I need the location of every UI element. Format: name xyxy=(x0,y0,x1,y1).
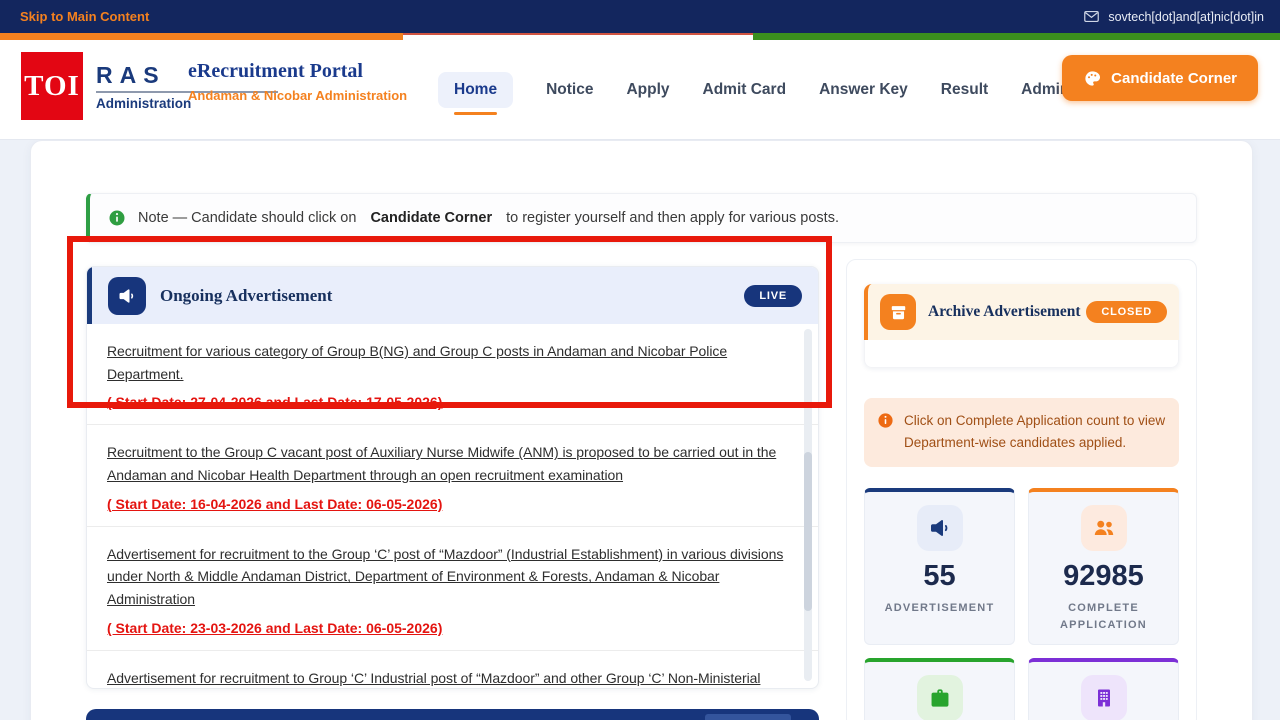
stripe-green-segment xyxy=(753,33,1280,40)
candidate-corner-label: Candidate Corner xyxy=(1111,70,1237,87)
top-utility-bar: Skip to Main Content sovtech[dot]and[at]… xyxy=(0,0,1280,33)
candidate-corner-button[interactable]: Candidate Corner xyxy=(1062,55,1258,101)
main-navigation: Home Notice Apply Admit Card Answer Key … xyxy=(438,40,1125,140)
info-icon xyxy=(108,209,126,227)
advertisement-dates: ( Start Date: 16-04-2026 and Last Date: … xyxy=(107,496,788,512)
stat-card-complete-application[interactable]: 92985 COMPLETE APPLICATION xyxy=(1028,488,1179,645)
nav-item-home[interactable]: Home xyxy=(438,72,513,108)
site-header: TOI RAS Administration eRecruitment Port… xyxy=(0,40,1280,140)
archive-advertisement-body xyxy=(864,340,1179,368)
archive-advertisement-title: Archive Advertisement xyxy=(928,303,1081,321)
megaphone-icon xyxy=(917,505,963,551)
closed-badge: CLOSED xyxy=(1086,301,1167,323)
nav-item-notice[interactable]: Notice xyxy=(546,81,593,99)
stat-card-green[interactable]: 106 xyxy=(864,658,1015,720)
next-section-badge xyxy=(705,714,791,720)
note-banner: Note — Candidate should click on Candida… xyxy=(86,193,1197,243)
stat-label: ADVERTISEMENT xyxy=(865,600,1014,618)
portal-title-block: eRecruitment Portal Andaman & Nicobar Ad… xyxy=(188,60,407,103)
advertisement-link[interactable]: Advertisement for recruitment to Group ‘… xyxy=(107,667,788,689)
info-icon xyxy=(877,412,894,455)
tricolor-stripe xyxy=(0,33,1280,40)
nav-item-admit-card[interactable]: Admit Card xyxy=(703,81,787,99)
ongoing-advertisement-title: Ongoing Advertisement xyxy=(160,286,332,306)
stripe-orange-segment xyxy=(0,33,403,40)
stat-label: COMPLETE APPLICATION xyxy=(1029,600,1178,635)
advertisement-link[interactable]: Recruitment for various category of Grou… xyxy=(107,340,788,385)
list-item: Advertisement for recruitment to Group ‘… xyxy=(87,651,818,689)
contact-email[interactable]: sovtech[dot]and[at]nic[dot]in xyxy=(1083,8,1264,25)
next-section-header-cutoff xyxy=(86,709,819,720)
briefcase-icon xyxy=(917,675,963,720)
megaphone-icon xyxy=(108,277,146,315)
note-text-prefix: Note — Candidate should click on xyxy=(138,210,356,226)
stat-card-advertisement[interactable]: 55 ADVERTISEMENT xyxy=(864,488,1015,645)
advertisement-dates: ( Start Date: 27-04-2026 and Last Date: … xyxy=(107,394,788,410)
live-badge: LIVE xyxy=(744,285,802,307)
complete-application-hint: Click on Complete Application count to v… xyxy=(864,398,1179,467)
archive-advertisement-card: Archive Advertisement CLOSED xyxy=(864,284,1179,368)
ongoing-advertisement-card: Ongoing Advertisement LIVE Recruitment f… xyxy=(86,266,819,689)
ongoing-advertisement-list: Recruitment for various category of Grou… xyxy=(87,324,818,689)
note-text-highlight: Candidate Corner xyxy=(370,210,492,226)
advertisement-link[interactable]: Recruitment to the Group C vacant post o… xyxy=(107,441,788,486)
toi-watermark: TOI xyxy=(21,52,83,120)
advertisement-dates: ( Start Date: 23-03-2026 and Last Date: … xyxy=(107,620,788,636)
main-content-panel: Note — Candidate should click on Candida… xyxy=(30,140,1253,720)
building-icon xyxy=(1081,675,1127,720)
page-title: eRecruitment Portal xyxy=(188,60,407,83)
advertisement-link[interactable]: Advertisement for recruitment to the Gro… xyxy=(107,543,788,611)
palette-icon xyxy=(1083,69,1102,88)
ongoing-advertisement-header: Ongoing Advertisement LIVE xyxy=(87,267,818,324)
stat-card-purple[interactable]: 31 xyxy=(1028,658,1179,720)
nav-item-result[interactable]: Result xyxy=(941,81,988,99)
page-subtitle: Andaman & Nicobar Administration xyxy=(188,88,407,103)
contact-email-text: sovtech[dot]and[at]nic[dot]in xyxy=(1108,10,1264,24)
envelope-icon xyxy=(1083,8,1100,25)
stripe-white-segment xyxy=(403,33,752,40)
list-item: Advertisement for recruitment to the Gro… xyxy=(87,527,818,651)
list-item: Recruitment for various category of Grou… xyxy=(87,324,818,425)
archive-advertisement-header: Archive Advertisement CLOSED xyxy=(864,284,1179,340)
nav-item-apply[interactable]: Apply xyxy=(626,81,669,99)
list-item: Recruitment to the Group C vacant post o… xyxy=(87,425,818,526)
statistics-grid: 55 ADVERTISEMENT 92985 COMPLETE APPLICAT… xyxy=(864,488,1179,720)
stat-value: 55 xyxy=(865,560,1014,593)
toi-watermark-text: TOI xyxy=(24,70,80,103)
nav-item-answer-key[interactable]: Answer Key xyxy=(819,81,908,99)
people-icon xyxy=(1081,505,1127,551)
note-text-suffix: to register yourself and then apply for … xyxy=(506,210,839,226)
stat-value: 92985 xyxy=(1029,560,1178,593)
list-scrollbar-thumb[interactable] xyxy=(804,452,812,610)
right-sidebar-panel: Archive Advertisement CLOSED Click on Co… xyxy=(846,259,1197,720)
skip-to-main-content-link[interactable]: Skip to Main Content xyxy=(20,9,149,24)
hint-text: Click on Complete Application count to v… xyxy=(904,410,1166,455)
archive-box-icon xyxy=(880,294,916,330)
list-scrollbar-track xyxy=(804,329,812,681)
